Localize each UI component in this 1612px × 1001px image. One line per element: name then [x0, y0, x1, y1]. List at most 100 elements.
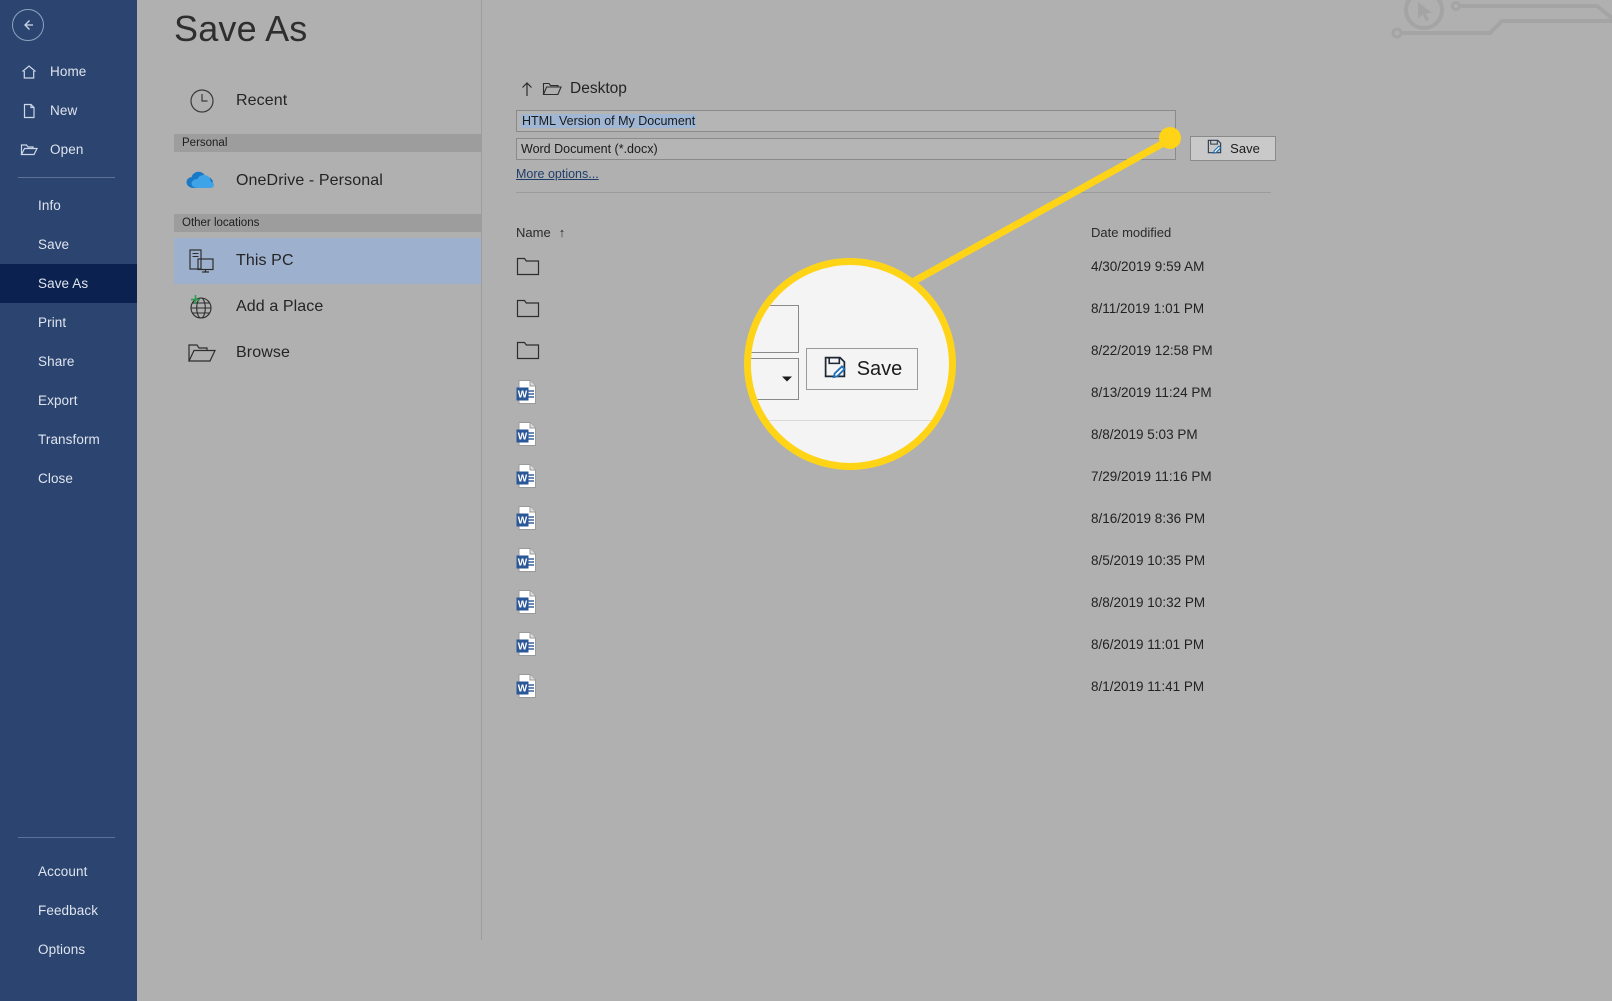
place-item-this-pc[interactable]: This PC	[174, 238, 481, 284]
up-arrow-icon[interactable]	[516, 80, 538, 98]
sidebar-item-export[interactable]: Export	[0, 381, 137, 420]
table-row[interactable]: W 8/8/2019 5:03 PM	[516, 413, 1271, 455]
column-header-date[interactable]: Date modified	[1091, 225, 1271, 240]
place-item-onedrive-personal[interactable]: OneDrive - Personal	[174, 158, 481, 204]
table-row[interactable]: 4/30/2019 9:59 AM	[516, 245, 1271, 287]
sidebar-item-label: Share	[38, 354, 75, 369]
table-row[interactable]: W 7/29/2019 11:16 PM	[516, 455, 1271, 497]
place-item-recent[interactable]: Recent	[174, 78, 481, 124]
path-bar: Desktop	[516, 74, 1596, 104]
file-type-select[interactable]: Word Document (*.docx)	[516, 137, 1176, 160]
places-panel: Recent Personal OneDrive - Personal Othe…	[174, 78, 481, 376]
place-item-label: Browse	[236, 344, 290, 361]
file-date-cell: 8/1/2019 11:41 PM	[1091, 678, 1205, 694]
table-row[interactable]: W 8/8/2019 10:32 PM	[516, 581, 1271, 623]
file-date-cell: 4/30/2019 9:59 AM	[1091, 258, 1205, 274]
sidebar-item-options[interactable]: Options	[0, 930, 137, 969]
place-item-label: Recent	[236, 92, 288, 109]
file-date-cell: 8/11/2019 1:01 PM	[1091, 300, 1205, 316]
sidebar-item-new[interactable]: New	[0, 91, 137, 130]
back-arrow-icon	[20, 17, 36, 33]
browse-folder-icon	[182, 336, 222, 370]
places-group-header-other-locations: Other locations	[174, 214, 481, 232]
folder-icon	[516, 341, 556, 360]
file-date-cell: 7/29/2019 11:16 PM	[1091, 468, 1212, 484]
table-row[interactable]: W 8/1/2019 11:41 PM	[516, 665, 1271, 707]
word-document-icon: W	[516, 547, 556, 573]
place-item-add-a-place[interactable]: Add a Place	[174, 284, 481, 330]
table-row[interactable]: W 8/13/2019 11:24 PM	[516, 371, 1271, 413]
sidebar-item-account[interactable]: Account	[0, 852, 137, 891]
sidebar-item-label: New	[50, 103, 78, 118]
sidebar-item-label: Home	[50, 64, 87, 79]
open-folder-icon	[18, 139, 40, 161]
svg-text:W: W	[518, 516, 528, 527]
sidebar-item-home[interactable]: Home	[0, 52, 137, 91]
sidebar-item-label: Info	[38, 198, 61, 213]
file-name-input[interactable]: HTML Version of My Document	[516, 110, 1176, 132]
sidebar-item-label: Print	[38, 315, 67, 330]
table-row[interactable]: 8/11/2019 1:01 PM	[516, 287, 1271, 329]
table-row[interactable]: 8/22/2019 12:58 PM	[516, 329, 1271, 371]
sidebar-item-open[interactable]: Open	[0, 130, 137, 169]
file-date-cell: 8/8/2019 5:03 PM	[1091, 426, 1198, 442]
sidebar-divider-bottom	[18, 837, 115, 838]
sidebar-item-info[interactable]: Info	[0, 186, 137, 225]
sidebar-divider	[18, 177, 115, 178]
places-group-header-personal: Personal	[174, 134, 481, 152]
file-type-row: Word Document (*.docx) Save	[516, 136, 1596, 161]
folder-icon	[542, 81, 562, 97]
back-button[interactable]	[12, 9, 44, 41]
svg-text:W: W	[518, 684, 528, 695]
backstage-bottom-group: Account Feedback Options	[0, 829, 137, 969]
section-divider	[516, 192, 1271, 193]
sidebar-item-share[interactable]: Share	[0, 342, 137, 381]
svg-text:W: W	[518, 390, 528, 401]
sidebar-item-label: Open	[50, 142, 84, 157]
column-header-name[interactable]: Name ↑	[516, 225, 1091, 240]
table-row[interactable]: W 8/16/2019 8:36 PM	[516, 497, 1271, 539]
word-document-icon: W	[516, 673, 556, 699]
sidebar-item-label: Feedback	[38, 903, 99, 918]
add-a-place-icon	[182, 290, 222, 324]
this-pc-icon	[182, 244, 222, 278]
word-document-icon: W	[516, 505, 556, 531]
sidebar-item-label: Export	[38, 393, 78, 408]
save-button-label: Save	[1230, 141, 1260, 156]
file-name-value: HTML Version of My Document	[521, 114, 697, 128]
cursor-circuit-logo-watermark	[1391, 0, 1612, 39]
sidebar-item-label: Close	[38, 471, 74, 486]
sidebar-item-label: Save As	[38, 276, 89, 291]
sidebar-item-print[interactable]: Print	[0, 303, 137, 342]
sidebar-item-save[interactable]: Save	[0, 225, 137, 264]
folder-icon	[516, 299, 556, 318]
file-date-cell: 8/5/2019 10:35 PM	[1091, 552, 1206, 568]
more-options-link[interactable]: More options...	[516, 167, 599, 181]
clock-icon	[182, 84, 222, 118]
column-header-name-label: Name	[516, 224, 551, 240]
sidebar-item-save-as[interactable]: Save As	[0, 264, 137, 303]
svg-text:W: W	[518, 474, 528, 485]
backstage-navigation: Home New Open Info Save Save As Print Sh…	[0, 0, 137, 1001]
word-document-icon: W	[516, 463, 556, 489]
place-item-browse[interactable]: Browse	[174, 330, 481, 376]
folder-icon	[516, 257, 556, 276]
new-document-icon	[18, 100, 40, 122]
sidebar-item-label: Transform	[38, 432, 100, 447]
place-item-label: This PC	[236, 252, 294, 269]
file-date-cell: 8/13/2019 11:24 PM	[1091, 384, 1212, 400]
svg-text:W: W	[518, 558, 528, 569]
sidebar-item-close[interactable]: Close	[0, 459, 137, 498]
file-list: Name ↑ Date modified 4/30/2019 9:59 AM 8/…	[516, 219, 1271, 707]
table-row[interactable]: W 8/6/2019 11:01 PM	[516, 623, 1271, 665]
sidebar-item-transform[interactable]: Transform	[0, 420, 137, 459]
svg-text:W: W	[518, 600, 528, 611]
save-button[interactable]: Save	[1190, 136, 1276, 161]
svg-text:W: W	[518, 432, 528, 443]
current-folder-label: Desktop	[570, 80, 627, 97]
sidebar-item-feedback[interactable]: Feedback	[0, 891, 137, 930]
backstage-top-group: Home New Open Info Save Save As Print Sh…	[0, 52, 137, 498]
file-date-cell: 8/22/2019 12:58 PM	[1091, 342, 1213, 358]
save-disk-pencil-icon	[1206, 138, 1223, 160]
table-row[interactable]: W 8/5/2019 10:35 PM	[516, 539, 1271, 581]
